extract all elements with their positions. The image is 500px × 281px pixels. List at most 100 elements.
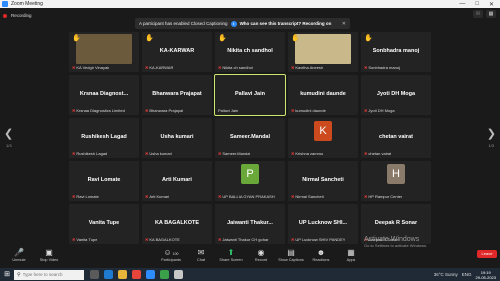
recording-indicator[interactable]: Recording — [3, 11, 32, 20]
participant-label: ✖ Krishna zammu — [291, 151, 323, 156]
zoom-taskbar-icon[interactable] — [146, 270, 155, 279]
previous-page-icon[interactable]: ❮ — [4, 127, 13, 140]
stop-video-button[interactable]: ▣ Stop Video — [34, 247, 64, 262]
chrome-icon[interactable] — [132, 270, 141, 279]
language-indicator[interactable]: ENG — [462, 272, 472, 277]
participant-tile[interactable]: Vanita Tupe ✖ Vanita Tupe — [69, 204, 139, 244]
raised-hand-icon: ✋ — [364, 35, 373, 42]
taskbar-clock[interactable]: 19:19 29-05-2023 — [476, 270, 496, 280]
participant-tile[interactable]: ✋ ✖ KA Vedgir Vinayak — [69, 32, 139, 72]
muted-mic-icon: ✖ — [218, 65, 222, 70]
muted-mic-icon: ✖ — [145, 237, 149, 242]
participant-label-text: Pallavi Jain — [218, 108, 239, 113]
next-page-icon[interactable]: ❯ — [487, 127, 496, 140]
muted-mic-icon: ✖ — [72, 65, 76, 70]
close-icon[interactable]: ✕ — [489, 1, 494, 8]
muted-mic-icon: 🎤 — [14, 248, 24, 257]
participant-tile[interactable]: Usha kumari ✖ Usha kumari — [142, 118, 212, 158]
avatar: P — [241, 164, 259, 184]
muted-mic-icon: ✖ — [145, 194, 149, 199]
participant-name: UP Lucknow SHI... — [298, 220, 348, 226]
participant-label-text: Vanita Tupe — [76, 237, 98, 242]
participant-tile[interactable]: H ✖ HP Rampur Center — [361, 161, 431, 201]
participant-label: ✖ Kavitha Aneesh — [291, 65, 323, 70]
muted-mic-icon: ✖ — [145, 108, 149, 113]
participant-tile[interactable]: Krsnaa Diagnost... ✖ Krsnaa Diagnostics Li… — [69, 75, 139, 115]
app-taskbar-icon-2[interactable] — [174, 270, 183, 279]
participant-tile[interactable]: ✋ ✖ Kavitha Aneesh — [288, 32, 358, 72]
muted-mic-icon: ✖ — [72, 194, 76, 199]
participant-tile[interactable]: P ✖ UP BALLIA GYAN PRAKASH — [215, 161, 285, 201]
taskbar-search[interactable]: ⚲ — [14, 269, 84, 280]
task-view-icon[interactable] — [90, 270, 99, 279]
participant-label-text: UP BALLIA GYAN PRAKASH — [222, 194, 275, 199]
leave-button[interactable]: Leave — [477, 250, 497, 258]
participant-tile[interactable]: Sameer.Mandal ✖ Sameer.Mandal — [215, 118, 285, 158]
file-explorer-icon[interactable] — [118, 270, 127, 279]
participant-tile[interactable]: Nirmal Sancheti ✖ Nirmal Sancheti — [288, 161, 358, 201]
muted-mic-icon: ✖ — [291, 237, 295, 242]
participant-name: Jyoti DH Moga — [376, 91, 416, 97]
app-taskbar-icon[interactable] — [160, 270, 169, 279]
view-icon[interactable]: ▦ — [486, 10, 496, 18]
participant-tile[interactable]: Rushikesh Lagad ✖ Rushikesh Lagad — [69, 118, 139, 158]
notification-question[interactable]: Who can see this transcript? Recording o… — [240, 21, 332, 26]
muted-mic-icon: ✖ — [364, 65, 368, 70]
muted-mic-icon: ✖ — [291, 194, 295, 199]
video-camera-icon: ▣ — [45, 248, 53, 257]
edge-icon[interactable] — [104, 270, 113, 279]
weather-label[interactable]: 36°C Sunny — [434, 272, 458, 277]
participant-name: Bhanwara Prajapat — [152, 91, 202, 97]
raised-hand-icon: ✋ — [218, 35, 227, 42]
muted-mic-icon: ✖ — [364, 151, 368, 156]
raised-hand-icon: ✋ — [291, 35, 300, 42]
clock-date: 29-05-2023 — [475, 274, 496, 280]
recording-dot-icon — [3, 13, 7, 18]
maximize-icon[interactable]: □ — [475, 1, 479, 8]
participant-label-text: Nirmal Sancheti — [295, 194, 324, 199]
participant-tile[interactable]: Jaiwanti Thakur... ✖ Jaiwanti Thakur CH go… — [215, 204, 285, 244]
share-screen-button[interactable]: ⬆ Share Screen — [216, 247, 246, 262]
participant-tile[interactable]: Pallavi Jain Pallavi Jain — [214, 74, 286, 116]
participant-label-text: Arti Kumari — [149, 194, 170, 199]
taskbar-search-input[interactable] — [22, 272, 83, 277]
minimize-icon[interactable]: — — [459, 1, 465, 8]
participant-tile[interactable]: ✋ Sonbhadra manoj ✖ Sonbhadra manoj — [361, 32, 431, 72]
windows-taskbar: ⊞ ⚲ 36°C Sunny ENG 19:19 29-05-2023 — [0, 268, 500, 281]
search-icon: ⚲ — [17, 271, 21, 278]
participant-label-text: Ravi Lomate — [76, 194, 99, 199]
windows-start-icon[interactable]: ⊞ — [0, 268, 14, 281]
muted-mic-icon: ✖ — [145, 151, 149, 156]
unmute-button[interactable]: 🎤 Unmute — [4, 247, 34, 262]
muted-mic-icon: ✖ — [364, 194, 368, 199]
muted-mic-icon: ✖ — [291, 65, 295, 70]
shield-icon[interactable]: ☉ — [473, 10, 483, 18]
close-notification-icon[interactable]: ✕ — [342, 21, 346, 27]
participant-tile[interactable]: KA BAGALKOTE ✖ KA BAGALKOTE — [142, 204, 212, 244]
participant-tile[interactable]: kumudini daunde ✖ kumudini daunde — [288, 75, 358, 115]
reactions-button[interactable]: ☻ Reactions — [306, 247, 336, 262]
participant-tile[interactable]: Bhanwara Prajapat ✖ Bhanwara Prajapat — [142, 75, 212, 115]
participant-tile[interactable]: K ✖ Krishna zammu — [288, 118, 358, 158]
participant-tile[interactable]: chetan vairat ✖ chetan vairat — [361, 118, 431, 158]
chat-button[interactable]: ✉ Chat — [186, 247, 216, 262]
participant-label: ✖ KA-KARWAR — [145, 65, 173, 70]
participant-tile[interactable]: Jyoti DH Moga ✖ Jyoti DH Moga — [361, 75, 431, 115]
participant-tile[interactable]: ✋ KA-KARWAR ✖ KA-KARWAR — [142, 32, 212, 72]
participant-tile[interactable]: UP Lucknow SHI... ✖ UP Lucknow SHIV PANDEY — [288, 204, 358, 244]
show-captions-button[interactable]: ▤ Show Captions — [276, 247, 306, 262]
participant-name: Krsnaa Diagnost... — [79, 91, 129, 97]
participant-tile[interactable]: ✋ Nikita ch sandhol ✖ Nikita ch sandhol — [215, 32, 285, 72]
participant-name: KA BAGALKOTE — [154, 220, 200, 226]
participant-tile[interactable]: Arti Kumari ✖ Arti Kumari — [142, 161, 212, 201]
participant-tile[interactable]: Ravi Lomate ✖ Ravi Lomate — [69, 161, 139, 201]
participant-label: ✖ UP BALLIA GYAN PRAKASH — [218, 194, 275, 199]
participant-label-text: Kavitha Aneesh — [295, 65, 324, 70]
muted-mic-icon: ✖ — [218, 194, 222, 199]
participant-label: ✖ Krsnaa Diagnostics Limited — [72, 108, 125, 113]
record-button[interactable]: ◉ Record — [246, 247, 276, 262]
participant-label: ✖ KA Vedgir Vinayak — [72, 65, 109, 70]
apps-button[interactable]: ▦ Apps — [336, 247, 366, 262]
recording-label: Recording — [11, 13, 32, 18]
participants-button[interactable]: ☺100 Participants — [156, 247, 186, 262]
